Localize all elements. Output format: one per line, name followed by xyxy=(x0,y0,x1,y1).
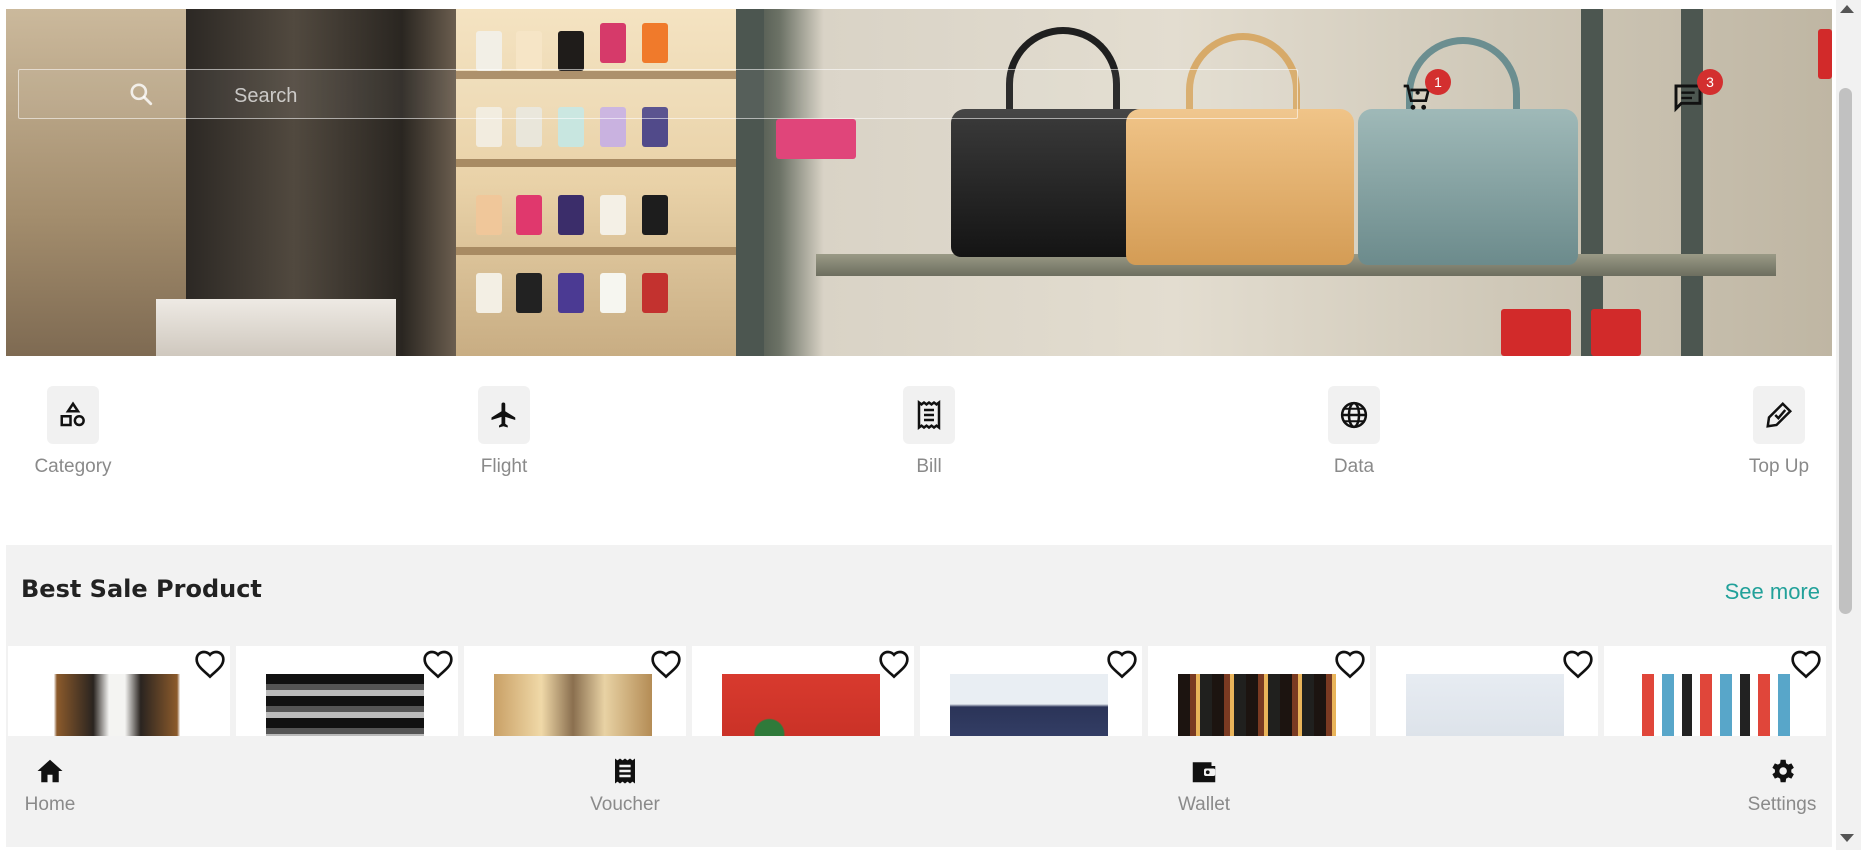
scrollbar-thumb[interactable] xyxy=(1839,88,1852,614)
favorite-heart-icon[interactable] xyxy=(878,649,910,679)
favorite-heart-icon[interactable] xyxy=(1106,649,1138,679)
app-screen: 1 3 Category Flight Bill Data Top Up Bes… xyxy=(6,9,1832,847)
nav-settings-label: Settings xyxy=(1747,794,1817,815)
favorite-heart-icon[interactable] xyxy=(1562,649,1594,679)
favorite-heart-icon[interactable] xyxy=(1790,649,1822,679)
nav-wallet-label: Wallet xyxy=(1177,794,1231,815)
nav-home[interactable]: Home xyxy=(6,756,100,816)
see-more-link[interactable]: See more xyxy=(1725,579,1820,605)
favorite-heart-icon[interactable] xyxy=(1334,649,1366,679)
bill-shortcut[interactable]: Bill xyxy=(869,386,989,477)
search-bar[interactable] xyxy=(18,69,1298,119)
shapes-icon xyxy=(60,401,85,427)
search-input[interactable] xyxy=(232,83,436,109)
home-icon xyxy=(37,759,63,783)
flight-label: Flight xyxy=(480,456,528,477)
topup-shortcut[interactable]: Top Up xyxy=(1719,386,1832,477)
search-icon[interactable] xyxy=(128,81,154,107)
favorite-heart-icon[interactable] xyxy=(422,649,454,679)
scroll-down-arrow-icon[interactable] xyxy=(1840,834,1854,842)
nav-home-label: Home xyxy=(24,794,76,815)
voucher-icon xyxy=(615,758,635,784)
favorite-heart-icon[interactable] xyxy=(194,649,226,679)
receipt-icon xyxy=(917,400,941,430)
category-shortcut[interactable]: Category xyxy=(13,386,133,477)
tag-check-icon xyxy=(1766,401,1793,428)
bottom-navigation: Home Voucher Wallet Settings xyxy=(6,736,1832,847)
data-label: Data xyxy=(1333,456,1375,477)
scroll-up-arrow-icon[interactable] xyxy=(1840,5,1854,13)
section-title: Best Sale Product xyxy=(21,575,262,603)
nav-voucher[interactable]: Voucher xyxy=(575,756,675,816)
airplane-icon xyxy=(491,402,516,428)
topup-label: Top Up xyxy=(1748,456,1810,477)
wallet-icon xyxy=(1192,762,1216,783)
nav-wallet[interactable]: Wallet xyxy=(1154,756,1254,816)
globe-icon xyxy=(1340,401,1368,429)
data-shortcut[interactable]: Data xyxy=(1294,386,1414,477)
gear-icon xyxy=(1772,759,1794,783)
favorite-heart-icon[interactable] xyxy=(650,649,682,679)
cart-badge: 1 xyxy=(1425,69,1451,95)
bill-label: Bill xyxy=(916,456,942,477)
chat-badge: 3 xyxy=(1697,69,1723,95)
nav-settings[interactable]: Settings xyxy=(1732,756,1832,816)
hero-banner-image xyxy=(6,9,1832,356)
nav-voucher-label: Voucher xyxy=(590,794,660,815)
flight-shortcut[interactable]: Flight xyxy=(444,386,564,477)
category-label: Category xyxy=(34,456,112,477)
